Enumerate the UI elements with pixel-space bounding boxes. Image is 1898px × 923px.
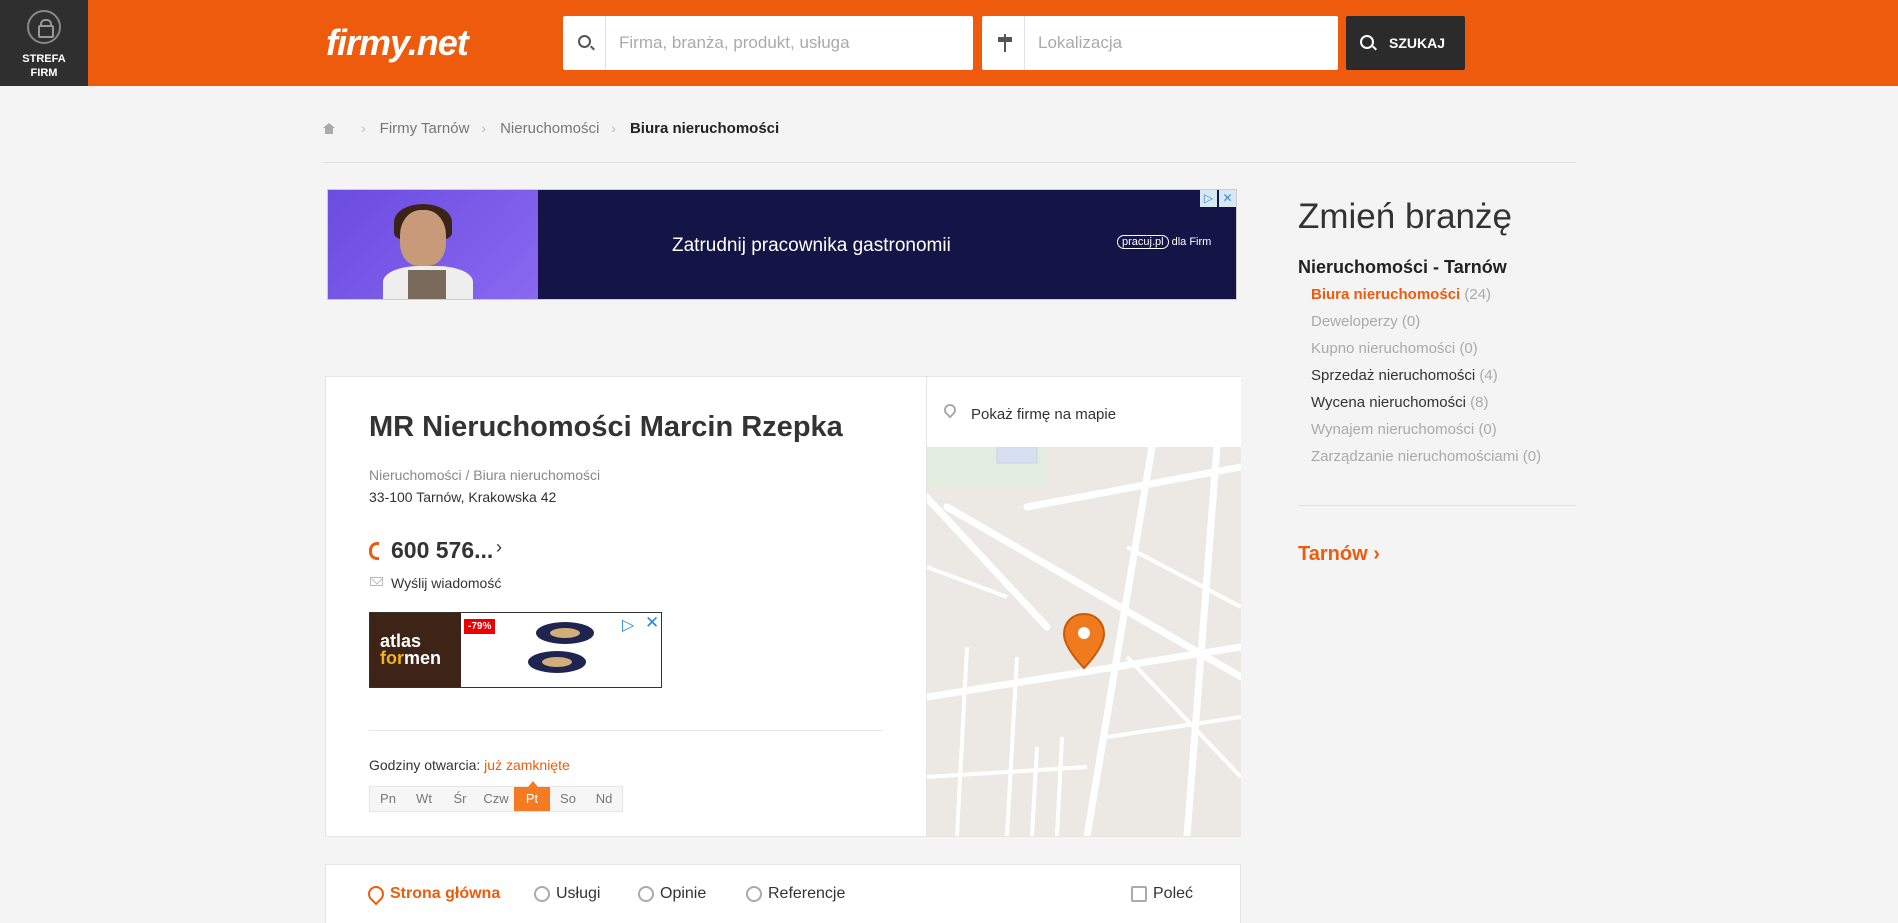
location-input[interactable]	[1026, 16, 1332, 70]
breadcrumb-item-nieruchomosci[interactable]: Nieruchomości	[500, 120, 599, 137]
day-so[interactable]: So	[550, 787, 586, 811]
day-pt[interactable]: Pt	[514, 781, 550, 811]
send-message-link[interactable]: Wyślij wiadomość	[391, 575, 501, 591]
day-pn[interactable]: Pn	[370, 787, 406, 811]
ad-choices-icon[interactable]: ▷	[622, 615, 634, 635]
map-marker-icon[interactable]	[1062, 612, 1106, 670]
discount-badge: -79%	[464, 619, 496, 634]
search-input[interactable]	[607, 16, 967, 70]
city-link[interactable]: Tarnów ›	[1298, 543, 1380, 566]
divider	[1298, 505, 1576, 506]
ad-choices-icon[interactable]: ▷	[1200, 190, 1217, 207]
sidebar-item-wynajem-nieruchomosci: Wynajem nieruchomości (0)	[1311, 421, 1497, 438]
sidebar-title: Zmień branżę	[1298, 197, 1512, 236]
sidebar-item-deweloperzy: Deweloperzy (0)	[1311, 313, 1421, 330]
sidebar-item-wycena-nieruchomosci[interactable]: Wycena nieruchomości (8)	[1311, 394, 1541, 421]
show-on-map-link[interactable]: Pokaż firmę na mapie	[927, 377, 1241, 447]
map-panel: Pokaż firmę na mapie	[926, 377, 1241, 836]
chevron-right-icon[interactable]: ›	[496, 537, 502, 558]
ad-banner-text: Zatrudnij pracownika gastronomii	[672, 235, 951, 256]
breadcrumb-item-firmy-tarnow[interactable]: Firmy Tarnów	[380, 120, 470, 137]
strefa-firm-button[interactable]: STREFA FIRM	[0, 0, 88, 86]
chevron-right-icon: ›	[481, 120, 487, 136]
ad-brand-logo: atlas formen	[370, 613, 461, 687]
category-list: Biura nieruchomości (24) Deweloperzy (0)…	[1311, 286, 1541, 475]
share-icon	[1131, 886, 1147, 902]
ad-banner-small[interactable]: atlas formen -79% ▷ ✕	[369, 612, 662, 688]
tab-references[interactable]: Referencje	[746, 885, 845, 903]
phone-number[interactable]: 600 576...	[391, 537, 493, 564]
product-image	[536, 622, 594, 644]
speech-bubble-icon	[638, 886, 654, 902]
close-icon[interactable]: ✕	[645, 613, 659, 633]
map-pin-icon	[941, 401, 959, 419]
map[interactable]	[927, 447, 1241, 836]
opening-hours: Godziny otwarcia: już zamknięte	[369, 757, 570, 773]
sidebar-item-biura-nieruchomosci[interactable]: Biura nieruchomości (24)	[1311, 286, 1541, 313]
company-name: MR Nieruchomości Marcin Rzepka	[369, 411, 843, 443]
search-icon	[578, 35, 591, 48]
ad-banner-brand: pracuj.pl dla Firm	[1117, 235, 1211, 249]
chevron-right-icon: ›	[361, 120, 366, 136]
opening-hours-label: Godziny otwarcia:	[369, 757, 481, 773]
map-pin-icon	[364, 882, 388, 906]
ad-photo	[328, 190, 538, 299]
site-logo[interactable]: firmy.net	[326, 22, 469, 64]
divider	[323, 162, 1576, 163]
opening-status[interactable]: już zamknięte	[484, 757, 570, 773]
sidebar-item-kupno-nieruchomosci: Kupno nieruchomości (0)	[1311, 340, 1478, 357]
lock-icon	[27, 10, 61, 44]
sidebar-item-zarzadzanie-nieruchomosciami: Zarządzanie nieruchomościami (0)	[1311, 448, 1542, 465]
tab-services[interactable]: Usługi	[534, 885, 600, 903]
breadcrumb-item-current: Biura nieruchomości	[629, 119, 780, 137]
location-field-wrapper	[982, 16, 1338, 70]
signpost-icon	[998, 34, 1012, 52]
company-address: 33-100 Tarnów, Krakowska 42	[369, 489, 557, 505]
search-field-wrapper	[563, 16, 973, 70]
day-czw[interactable]: Czw	[478, 787, 514, 811]
company-card: MR Nieruchomości Marcin Rzepka Nieruchom…	[325, 376, 1241, 837]
strefa-firm-label: STREFA FIRM	[22, 53, 66, 79]
chevron-right-icon: ›	[1373, 543, 1380, 565]
tab-reviews[interactable]: Opinie	[638, 885, 706, 903]
show-on-map-label: Pokaż firmę na mapie	[971, 406, 1117, 423]
top-header: STREFA FIRM firmy.net SZUKAJ	[0, 0, 1898, 86]
recommend-button[interactable]: Poleć	[1131, 885, 1193, 903]
phone-icon	[369, 542, 379, 560]
envelope-icon	[370, 577, 383, 586]
divider	[369, 730, 882, 731]
tab-home[interactable]: Strona główna	[364, 882, 500, 906]
day-sr[interactable]: Śr	[442, 787, 478, 811]
company-tabs: Strona główna Usługi Opinie Referencje P…	[325, 864, 1241, 923]
close-icon[interactable]: ✕	[1219, 190, 1236, 207]
day-nd[interactable]: Nd	[586, 787, 622, 811]
sidebar-group-title[interactable]: Nieruchomości - Tarnów	[1298, 257, 1507, 278]
weekday-selector: Pn Wt Śr Czw Pt So Nd	[369, 781, 623, 812]
product-image	[528, 651, 586, 673]
breadcrumb: › Firmy Tarnów › Nieruchomości › Biura n…	[323, 118, 779, 138]
ad-banner-top[interactable]: Zatrudnij pracownika gastronomii pracuj.…	[327, 189, 1237, 300]
day-wt[interactable]: Wt	[406, 787, 442, 811]
home-icon[interactable]	[323, 123, 335, 134]
sidebar-item-sprzedaz-nieruchomosci[interactable]: Sprzedaż nieruchomości (4)	[1311, 367, 1541, 394]
search-icon	[1360, 35, 1374, 49]
search-button[interactable]: SZUKAJ	[1346, 16, 1465, 70]
chevron-right-icon: ›	[611, 120, 616, 136]
services-icon	[534, 886, 550, 902]
company-category: Nieruchomości / Biura nieruchomości	[369, 467, 601, 483]
check-seal-icon	[746, 886, 762, 902]
search-button-label: SZUKAJ	[1389, 35, 1446, 51]
